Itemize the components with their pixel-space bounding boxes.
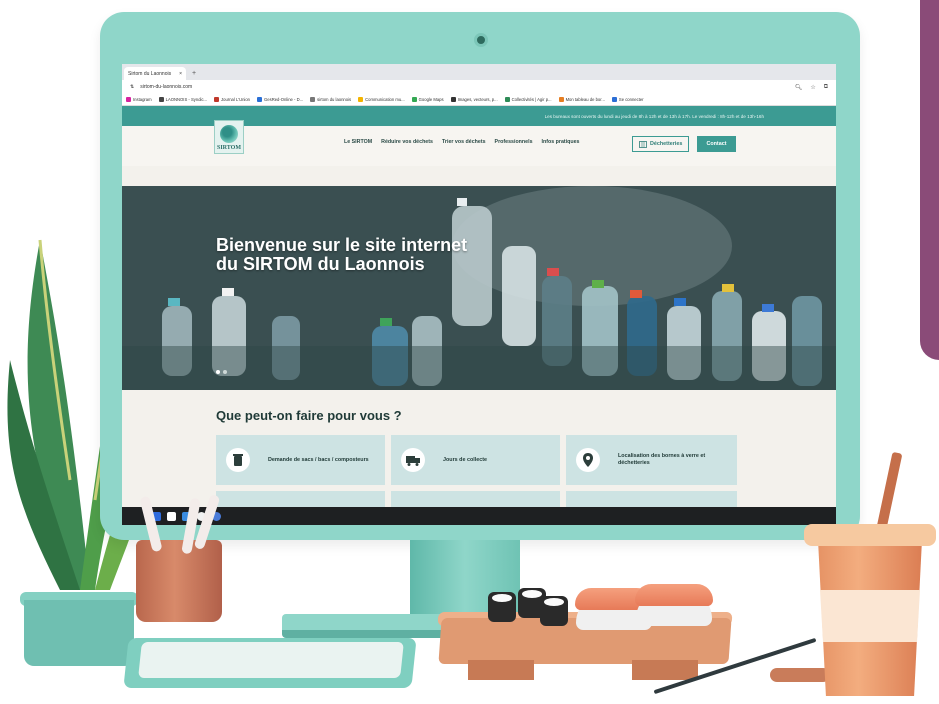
nav-item-infos-pratiques[interactable]: Infos pratiques xyxy=(542,139,580,145)
contact-button[interactable]: Contact xyxy=(697,136,736,152)
star-icon[interactable]: ☆ xyxy=(810,84,815,91)
bookmark-favicon-icon xyxy=(257,97,263,102)
bookmark-favicon-icon xyxy=(214,97,220,102)
bookmark-item[interactable]: sirtom du laonnois xyxy=(310,97,351,102)
hero-title: Bienvenue sur le site internet du SIRTOM… xyxy=(216,235,468,274)
pencil-cup xyxy=(136,540,222,622)
service-label: Localisation des bornes à verre et déche… xyxy=(618,453,706,466)
carousel-dot-2[interactable] xyxy=(223,370,227,374)
bookmark-favicon-icon xyxy=(358,97,364,102)
hero-banner: Bienvenue sur le site internet du SIRTOM… xyxy=(122,186,836,390)
bookmark-item[interactable]: GesRed-Online - D... xyxy=(257,97,303,102)
main-nav: Le SIRTOM Réduire vos déchets Trier vos … xyxy=(344,139,580,145)
bookmark-favicon-icon xyxy=(558,97,564,102)
service-card-collecte[interactable]: Jours de collecte xyxy=(391,435,560,485)
bookmark-label: Mon tableau de bor... xyxy=(565,97,605,102)
bookmarks-bar: Instagram LAONNOIS - Syndic... Journal L'U… xyxy=(122,94,836,106)
logo-emblem-icon xyxy=(220,125,238,143)
carousel-dot-1[interactable] xyxy=(216,370,220,374)
tab-title: Sirtom du Laonnois xyxy=(128,70,172,77)
keyboard-keys xyxy=(138,642,404,678)
bookmark-favicon-icon xyxy=(126,97,131,102)
nav-item-le-sirtom[interactable]: Le SIRTOM xyxy=(344,139,372,145)
url-text[interactable]: sirtom-du-laonnois.com xyxy=(140,84,192,90)
bookmark-item[interactable]: Google Maps xyxy=(411,97,444,102)
coffee-cup-sleeve xyxy=(820,590,920,642)
bookmark-favicon-icon xyxy=(611,97,617,102)
chopstick-rest xyxy=(770,668,830,682)
bookmark-item[interactable]: Collectivités | Agir p... xyxy=(504,97,552,102)
service-card-sacs[interactable]: Demande de sacs / bacs / composteurs xyxy=(216,435,385,485)
bookmark-favicon-icon xyxy=(310,97,316,102)
bookmark-item[interactable]: Mon tableau de bor... xyxy=(558,97,605,102)
bookmark-item[interactable]: Instagram xyxy=(126,97,152,102)
decheteries-button[interactable]: Déchetteries xyxy=(632,136,690,152)
site-header: SIRTOM Le SIRTOM Réduire vos déchets Tri… xyxy=(122,120,836,166)
nigiri-fish xyxy=(635,584,713,606)
sushi-roll xyxy=(540,596,568,626)
desk-scene: Sirtom du Laonnois × + ⇅ sirtom-du-laonn… xyxy=(0,0,939,704)
decheteries-label: Déchetteries xyxy=(650,141,683,147)
os-taskbar xyxy=(122,507,836,525)
zoom-icon[interactable]: 🔍︎ xyxy=(795,84,803,91)
bookmark-item[interactable]: Journal L'Union xyxy=(214,97,250,102)
address-bar[interactable]: ⇅ sirtom-du-laonnois.com 🔍︎ ☆ ⧉ xyxy=(122,80,836,94)
trash-bin-icon xyxy=(226,448,250,472)
monitor-screen: Sirtom du Laonnois × + ⇅ sirtom-du-laonn… xyxy=(122,64,836,525)
service-label: Demande de sacs / bacs / composteurs xyxy=(268,456,369,463)
sirtom-logo[interactable]: SIRTOM xyxy=(214,120,244,154)
webcam-icon xyxy=(474,33,488,47)
bookmark-favicon-icon xyxy=(504,97,510,102)
extensions-icon[interactable]: ⧉ xyxy=(824,84,828,91)
tab-close-icon[interactable]: × xyxy=(179,71,182,77)
new-tab-button[interactable]: + xyxy=(186,67,202,80)
bookmark-label: GesRed-Online - D... xyxy=(264,97,304,102)
services-title: Que peut-on faire pour vous ? xyxy=(216,408,402,423)
bookmark-label: Instagram xyxy=(133,97,152,102)
bookmark-favicon-icon xyxy=(411,97,417,102)
bookmark-label: Se connecter xyxy=(618,97,644,102)
coffee-cup-lid xyxy=(804,524,936,546)
cup-straw xyxy=(875,451,903,535)
address-bar-actions: 🔍︎ ☆ ⧉ xyxy=(795,84,828,91)
sushi-roll xyxy=(488,592,516,622)
bookmark-label: Google Maps xyxy=(418,97,444,102)
bookmark-label: sirtom du laonnois xyxy=(317,97,352,102)
services-section: Que peut-on faire pour vous ? Demande de… xyxy=(122,390,836,511)
bookmark-item[interactable]: Communication mu... xyxy=(358,97,405,102)
browser-tab[interactable]: Sirtom du Laonnois × xyxy=(124,67,186,80)
contact-label: Contact xyxy=(706,141,727,147)
nav-item-reduire[interactable]: Réduire vos déchets xyxy=(381,139,433,145)
service-label: Jours de collecte xyxy=(443,456,488,463)
bookmark-item[interactable]: LAONNOIS - Syndic... xyxy=(158,97,208,102)
bookmark-label: Journal L'Union xyxy=(221,97,251,102)
opening-hours-text: Les bureaux sont ouverts du lundi au jeu… xyxy=(544,113,764,119)
nav-item-professionnels[interactable]: Professionnels xyxy=(495,139,533,145)
bookmark-label: Images, vecteurs, p... xyxy=(457,97,498,102)
bookmark-item[interactable]: Images, vecteurs, p... xyxy=(450,97,498,102)
tray-leg xyxy=(468,660,534,680)
plant-pot xyxy=(24,600,134,666)
bookmark-item[interactable]: Se connecter xyxy=(611,97,644,102)
bookmark-favicon-icon xyxy=(158,97,164,102)
bottles-photo xyxy=(122,186,836,390)
bookmark-favicon-icon xyxy=(450,97,456,102)
purple-decor-panel xyxy=(920,0,939,360)
logo-text: SIRTOM xyxy=(216,145,242,151)
truck-icon xyxy=(401,448,425,472)
tray-leg xyxy=(632,660,698,680)
service-card-localisation[interactable]: Localisation des bornes à verre et déche… xyxy=(566,435,737,485)
bookmark-label: Communication mu... xyxy=(365,97,405,102)
carousel-dots xyxy=(216,370,227,374)
nav-item-trier[interactable]: Trier vos déchets xyxy=(442,139,486,145)
bookmark-label: LAONNOIS - Syndic... xyxy=(165,97,208,102)
map-pin-icon xyxy=(576,448,600,472)
taskbar-app-icon[interactable] xyxy=(167,511,176,521)
bookmark-label: Collectivités | Agir p... xyxy=(511,97,552,102)
browser-tab-bar: Sirtom du Laonnois × + xyxy=(122,64,836,80)
site-info-icon[interactable]: ⇅ xyxy=(130,84,134,90)
map-icon xyxy=(639,140,647,148)
